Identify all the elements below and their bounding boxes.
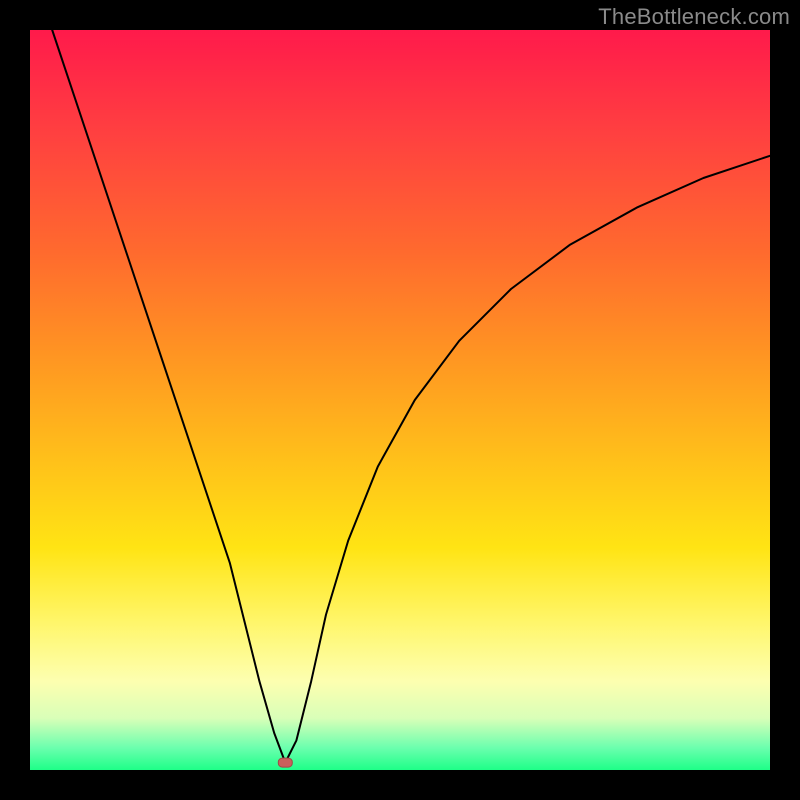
- bottleneck-curve: [52, 30, 770, 763]
- min-marker: [278, 758, 292, 767]
- plot-svg: [30, 30, 770, 770]
- chart-frame: TheBottleneck.com: [0, 0, 800, 800]
- plot-area: [30, 30, 770, 770]
- watermark-text: TheBottleneck.com: [598, 4, 790, 30]
